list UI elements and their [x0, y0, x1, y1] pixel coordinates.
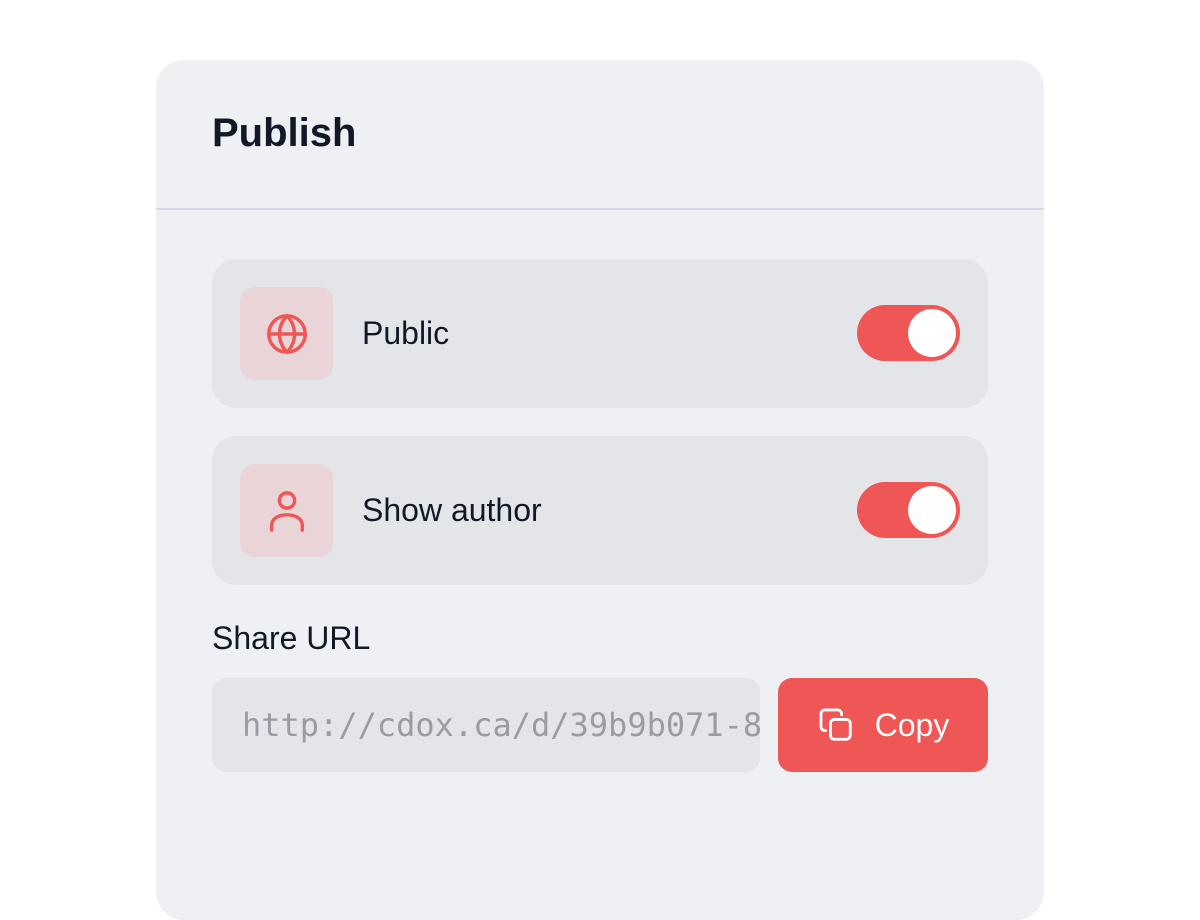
share-url-label: Share URL: [212, 620, 371, 656]
copy-button[interactable]: Copy: [778, 678, 988, 772]
user-icon-tile: [240, 464, 333, 557]
setting-row-public: Public: [212, 259, 988, 408]
copy-icon: [819, 708, 852, 741]
publish-panel: Publish Public Show author Share URL htt…: [156, 60, 1044, 920]
globe-icon: [266, 313, 307, 354]
setting-label-public: Public: [362, 315, 450, 351]
panel-title: Publish: [212, 111, 357, 155]
toggle-knob: [908, 309, 956, 357]
user-icon: [269, 490, 304, 532]
panel-header: Publish: [156, 60, 1044, 210]
setting-label-show-author: Show author: [362, 492, 542, 528]
toggle-knob: [908, 486, 956, 534]
setting-row-show-author: Show author: [212, 436, 988, 585]
globe-icon-tile: [240, 287, 333, 380]
share-url-field[interactable]: http://cdox.ca/d/39b9b071-8: [212, 678, 760, 772]
public-toggle[interactable]: [857, 305, 960, 361]
show-author-toggle[interactable]: [857, 482, 960, 538]
copy-button-label: Copy: [874, 706, 950, 743]
